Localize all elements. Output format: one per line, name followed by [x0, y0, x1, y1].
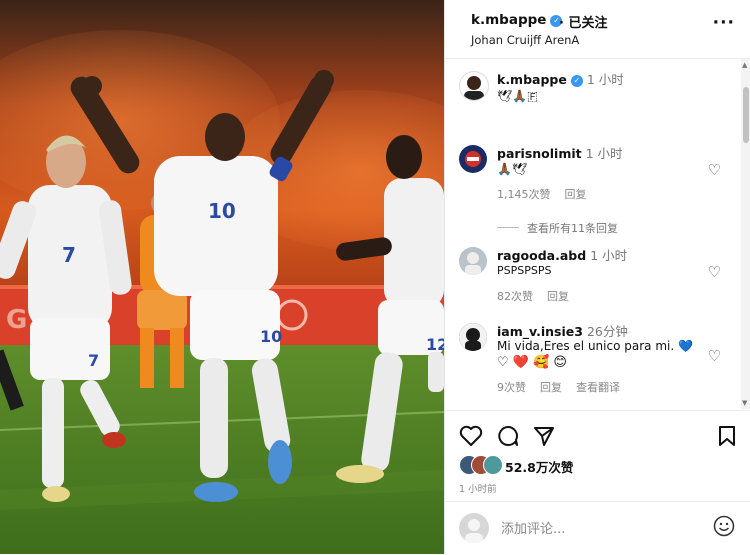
- scroll-up-arrow-icon[interactable]: ▲: [742, 61, 747, 69]
- caption-text: 🕊🙏🏾🇫: [497, 89, 538, 103]
- comment-emojis: ♡ ❤️ 🥰 😊: [497, 355, 567, 370]
- comment-text: PSPSPSPS: [497, 264, 552, 277]
- comment-like-heart-icon[interactable]: ♡: [708, 161, 721, 179]
- comment-username[interactable]: ragooda.abd: [497, 248, 586, 263]
- replies-divider: [497, 227, 519, 228]
- scrollbar-thumb[interactable]: [743, 87, 749, 143]
- comment-meta: 1,145次赞 回复: [497, 186, 601, 202]
- bookmark-icon[interactable]: [717, 425, 737, 447]
- caption-time: 1 小时: [586, 72, 624, 87]
- comment-meta: 82次赞 回复: [497, 288, 583, 304]
- comments-feed[interactable]: k.mbappe ✓ 1 小时 🕊🙏🏾🇫 parisnolimit 1 小时 🙏🏾🕊 …: [445, 59, 750, 409]
- emoji-icon[interactable]: [713, 515, 735, 537]
- post-photo[interactable]: G 10 7 7 10 12: [0, 0, 444, 554]
- avatar: [483, 455, 503, 475]
- caption-username[interactable]: k.mbappe: [497, 72, 567, 87]
- comment-likes[interactable]: 82次赞: [497, 290, 533, 303]
- post-header: k.mbappe ✓ · 已关注 Johan Cruijff ArenA ···: [445, 0, 750, 59]
- comment-text: Mi vida,Eres el unico para mi. 💙: [497, 339, 693, 353]
- author-username[interactable]: k.mbappe: [471, 12, 546, 28]
- more-options-icon[interactable]: ···: [713, 13, 735, 33]
- comment-meta: 9次赞 回复 查看翻译: [497, 379, 634, 395]
- avatar[interactable]: [459, 247, 487, 275]
- jersey-number: 10: [260, 327, 282, 346]
- reply-button[interactable]: 回复: [540, 381, 562, 394]
- add-comment-input[interactable]: 添加评论...: [501, 518, 565, 537]
- comment-like-heart-icon[interactable]: ♡: [708, 347, 721, 365]
- jersey-number: 10: [208, 199, 236, 223]
- share-icon[interactable]: [533, 425, 555, 447]
- comment-likes[interactable]: 1,145次赞: [497, 188, 551, 201]
- avatar[interactable]: [459, 71, 489, 101]
- jersey-number: 7: [88, 351, 99, 370]
- avatar: [459, 513, 489, 543]
- avatar[interactable]: [459, 145, 487, 173]
- jersey-number: 7: [62, 243, 76, 267]
- instagram-post-view: G 10 7 7 10 12 k.mbappe ✓ · 已关注 Johan Cr…: [0, 0, 750, 554]
- view-replies-row[interactable]: 查看所有11条回复: [497, 217, 697, 236]
- comment-likes[interactable]: 9次赞: [497, 381, 526, 394]
- comments-scrollbar[interactable]: ▲ ▼: [741, 59, 750, 409]
- reply-button[interactable]: 回复: [547, 290, 569, 303]
- comment-username[interactable]: iam_v.insie3: [497, 324, 583, 339]
- comment-text: 🙏🏾🕊: [497, 162, 528, 176]
- see-translation-button[interactable]: 查看翻译: [576, 381, 620, 394]
- following-status[interactable]: · 已关注: [559, 12, 607, 31]
- like-count[interactable]: 52.8万次赞: [505, 457, 573, 476]
- heart-icon[interactable]: [459, 425, 483, 447]
- post-side-panel: k.mbappe ✓ · 已关注 Johan Cruijff ArenA ··· …: [444, 0, 750, 554]
- comment-icon[interactable]: [497, 425, 519, 447]
- jersey-number: 12: [426, 335, 444, 354]
- scroll-down-arrow-icon[interactable]: ▼: [742, 399, 747, 407]
- reply-button[interactable]: 回复: [565, 188, 587, 201]
- comment-like-heart-icon[interactable]: ♡: [708, 263, 721, 281]
- comment-time: 1 小时: [585, 146, 623, 161]
- view-replies-link[interactable]: 查看所有11条回复: [527, 222, 618, 235]
- comment-time: 1 小时: [590, 248, 628, 263]
- comment-composer: 添加评论...: [445, 501, 750, 555]
- comment-username[interactable]: parisnolimit: [497, 146, 582, 161]
- verified-badge-icon: ✓: [570, 75, 583, 87]
- svg-text:G: G: [6, 305, 27, 335]
- post-location[interactable]: Johan Cruijff ArenA: [471, 33, 579, 47]
- avatar[interactable]: [459, 323, 487, 351]
- post-time-ago: 1 小时前: [459, 484, 497, 495]
- author-name-row[interactable]: k.mbappe ✓: [471, 12, 563, 28]
- comment-time: 26分钟: [586, 324, 628, 339]
